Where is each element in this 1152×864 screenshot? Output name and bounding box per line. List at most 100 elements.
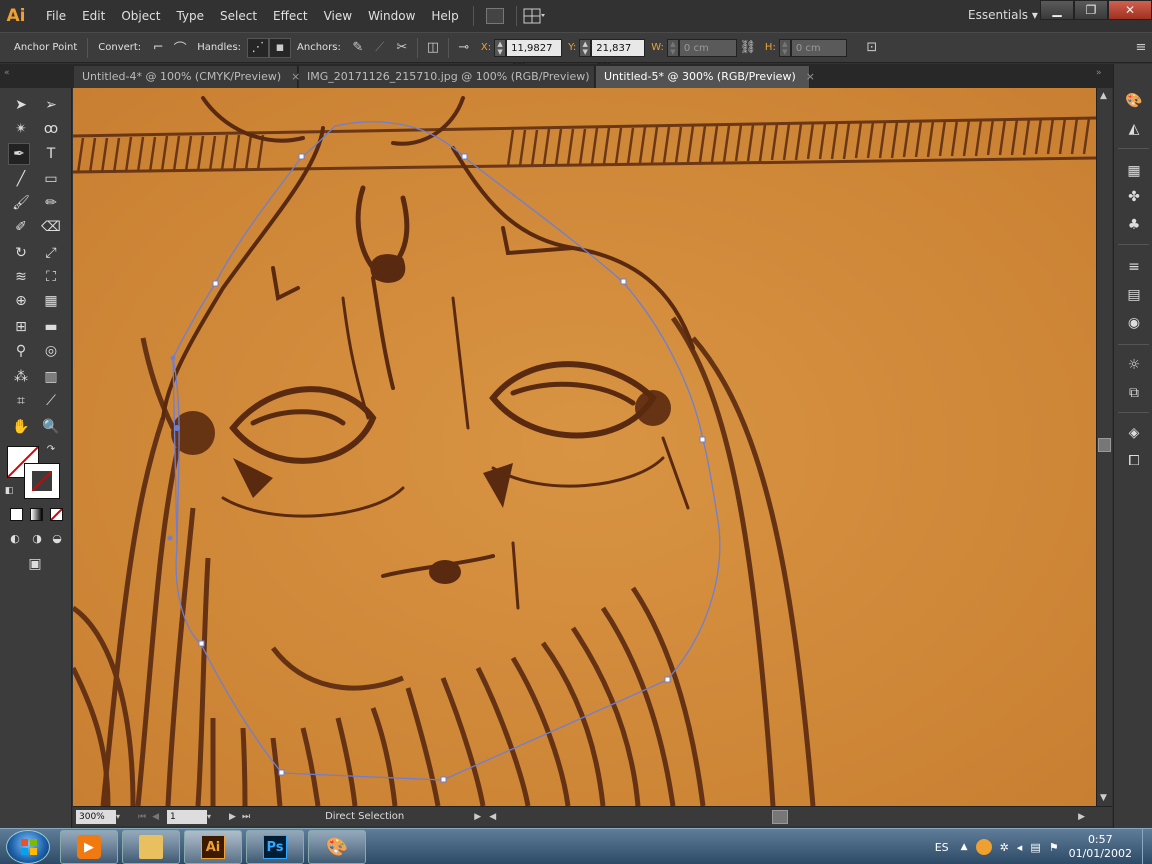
none-mode-icon[interactable] bbox=[50, 508, 63, 521]
workspace-switcher[interactable]: Essentials ▾ bbox=[968, 8, 1038, 22]
type-icon[interactable]: T bbox=[40, 143, 62, 165]
lasso-icon[interactable]: ꝏ bbox=[40, 118, 62, 140]
symbol-sprayer-icon[interactable]: ⁂ bbox=[10, 366, 32, 388]
hide-handles-icon[interactable]: ▪ bbox=[269, 37, 292, 58]
scroll-left-icon[interactable]: ◀ bbox=[489, 812, 496, 822]
blend-icon[interactable]: ◎ bbox=[40, 340, 62, 362]
w-stepper[interactable]: ▲ ▼ bbox=[666, 38, 679, 57]
menu-effect[interactable]: Effect bbox=[265, 0, 316, 32]
collapse-toolbox-icon[interactable]: « bbox=[4, 68, 10, 78]
show-hidden-icons-icon[interactable]: ▲ bbox=[961, 842, 968, 852]
scale-icon[interactable]: ⤢ bbox=[40, 242, 62, 264]
menu-help[interactable]: Help bbox=[423, 0, 466, 32]
menu-file[interactable]: File bbox=[38, 0, 74, 32]
tray-settings-icon[interactable]: ✲ bbox=[1000, 841, 1009, 854]
restore-button[interactable]: ❐ bbox=[1074, 0, 1108, 20]
reference-point-icon[interactable]: ⊸ bbox=[453, 38, 475, 58]
selection-arrow-icon[interactable]: ➤ bbox=[10, 94, 32, 116]
tab-untitled-5[interactable]: Untitled-5* @ 300% (RGB/Preview) × bbox=[596, 66, 815, 88]
tab-untitled-4[interactable]: Untitled-4* @ 100% (CMYK/Preview) × bbox=[74, 66, 300, 88]
x-field[interactable]: 11,9827 cm bbox=[506, 38, 563, 72]
artboard-icon[interactable]: ⌗ bbox=[10, 390, 32, 412]
menu-select[interactable]: Select bbox=[212, 0, 265, 32]
gradient-icon[interactable]: ▬ bbox=[40, 316, 62, 338]
tab-img-jpg[interactable]: IMG_20171126_215710.jpg @ 100% (RGB/Prev… bbox=[299, 66, 609, 88]
last-artboard-icon[interactable]: ⏭ bbox=[242, 812, 250, 822]
artboard-canvas[interactable] bbox=[73, 88, 1096, 806]
paintbrush-icon[interactable]: 🖌 bbox=[10, 192, 32, 214]
free-transform-icon[interactable]: ⛶ bbox=[40, 266, 62, 288]
taskbar-media-player[interactable]: ▶ bbox=[60, 830, 118, 864]
gradient-mode-icon[interactable] bbox=[30, 508, 43, 521]
show-desktop-button[interactable] bbox=[1142, 829, 1152, 864]
draw-normal-icon[interactable]: ◐ bbox=[6, 530, 24, 546]
start-button[interactable] bbox=[6, 830, 50, 864]
y-field[interactable]: 21,837 cm bbox=[591, 38, 646, 72]
transform-icon[interactable]: ⊡ bbox=[861, 38, 883, 58]
artboard-dropdown-icon[interactable]: ▾ bbox=[207, 812, 219, 821]
color-mode-icon[interactable] bbox=[10, 508, 23, 521]
column-graph-icon[interactable]: ▥ bbox=[40, 366, 62, 388]
direct-selection-icon[interactable]: ➢ bbox=[40, 94, 62, 116]
taskbar-photoshop[interactable]: Ps bbox=[246, 830, 304, 864]
color-guide-icon[interactable]: ◭ bbox=[1123, 118, 1145, 140]
link-proportions-icon[interactable]: ⛓ bbox=[737, 38, 759, 58]
blob-brush-icon[interactable]: ✐ bbox=[10, 216, 32, 238]
color-panel-icon[interactable]: 🎨 bbox=[1123, 90, 1145, 112]
arrange-documents-icon[interactable] bbox=[523, 8, 545, 24]
appearance-icon[interactable]: ☼ bbox=[1123, 354, 1145, 376]
tray-app-icon[interactable] bbox=[975, 839, 992, 855]
next-artboard-icon[interactable]: ▶ bbox=[229, 812, 236, 822]
h-stepper[interactable]: ▲ ▼ bbox=[778, 38, 791, 57]
eyedropper-icon[interactable]: ⚲ bbox=[10, 340, 32, 362]
isolate-selected-icon[interactable]: ◫ bbox=[422, 38, 444, 58]
menu-window[interactable]: Window bbox=[360, 0, 423, 32]
pencil-icon[interactable]: ✏ bbox=[40, 192, 62, 214]
collapse-dock-icon[interactable]: » bbox=[1096, 68, 1102, 78]
draw-behind-icon[interactable]: ◑ bbox=[28, 530, 46, 546]
current-tool-status[interactable]: Direct Selection bbox=[325, 811, 404, 822]
layers-icon[interactable]: ◈ bbox=[1123, 422, 1145, 444]
zoom-icon[interactable]: 🔍 bbox=[40, 416, 62, 438]
perspective-grid-icon[interactable]: ▦ bbox=[40, 290, 62, 312]
graphic-styles-icon[interactable]: ⧉ bbox=[1123, 382, 1145, 404]
draw-inside-icon[interactable]: ◒ bbox=[48, 530, 66, 546]
action-center-flag-icon[interactable]: ⚑ bbox=[1049, 841, 1059, 854]
swap-colors-icon[interactable]: ↷ bbox=[44, 442, 58, 456]
rectangle-icon[interactable]: ▭ bbox=[40, 168, 62, 190]
status-menu-icon[interactable]: ▶ bbox=[474, 812, 481, 822]
bridge-icon[interactable] bbox=[485, 8, 504, 24]
brushes-icon[interactable]: ✤ bbox=[1123, 186, 1145, 208]
zoom-level-field[interactable]: 300% bbox=[76, 809, 116, 824]
menu-object[interactable]: Object bbox=[113, 0, 168, 32]
language-indicator[interactable]: ES bbox=[935, 841, 949, 854]
scroll-right-icon[interactable]: ▶ bbox=[1078, 812, 1085, 822]
connect-endpoints-icon[interactable]: ⟋ bbox=[369, 38, 391, 58]
stroke-icon[interactable]: ≡ bbox=[1123, 256, 1145, 278]
eraser-icon[interactable]: ⌫ bbox=[40, 216, 62, 238]
panel-menu-icon[interactable]: ≡ bbox=[1130, 38, 1152, 58]
zoom-dropdown-icon[interactable]: ▾ bbox=[116, 812, 128, 821]
rotate-icon[interactable]: ↻ bbox=[10, 242, 32, 264]
gradient-panel-icon[interactable]: ▤ bbox=[1123, 284, 1145, 306]
scroll-down-icon[interactable]: ▼ bbox=[1100, 793, 1107, 803]
tab-close-icon[interactable]: × bbox=[806, 70, 815, 83]
previous-artboard-icon[interactable]: ◀ bbox=[152, 812, 159, 822]
mesh-icon[interactable]: ⊞ bbox=[10, 316, 32, 338]
hand-icon[interactable]: ✋ bbox=[10, 416, 32, 438]
magic-wand-icon[interactable]: ✴ bbox=[10, 118, 32, 140]
show-handles-icon[interactable]: ⋰ bbox=[247, 37, 270, 58]
artboard-number-field[interactable]: 1 bbox=[167, 809, 208, 824]
cut-path-icon[interactable]: ✂ bbox=[391, 38, 413, 58]
close-button[interactable]: ✕ bbox=[1108, 0, 1152, 20]
slice-icon[interactable]: ⟋ bbox=[40, 390, 62, 412]
screen-mode-icon[interactable]: ▣ bbox=[22, 554, 48, 574]
stroke-swatch[interactable] bbox=[24, 463, 60, 499]
default-colors-icon[interactable]: ◧ bbox=[2, 484, 16, 498]
y-stepper[interactable]: ▲ ▼ bbox=[579, 38, 592, 57]
clock[interactable]: 0:57 01/01/2002 bbox=[1069, 833, 1132, 861]
x-stepper[interactable]: ▲ ▼ bbox=[494, 38, 507, 57]
swatches-icon[interactable]: ▦ bbox=[1123, 160, 1145, 182]
w-field[interactable]: 0 cm bbox=[678, 38, 737, 57]
artboards-icon[interactable]: ⧠ bbox=[1123, 450, 1145, 472]
